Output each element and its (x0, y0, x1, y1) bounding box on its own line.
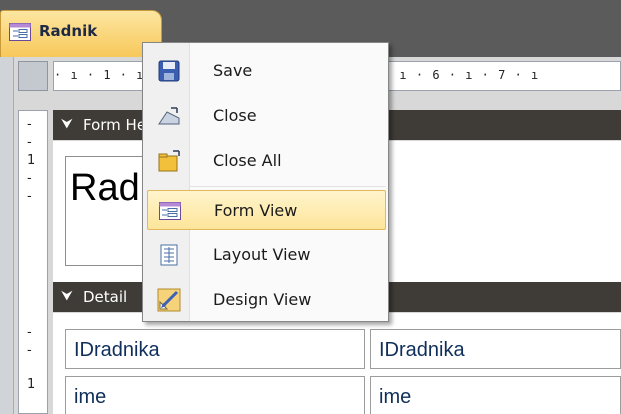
detail-area: IDradnika IDradnika ime ime (53, 313, 621, 414)
design-view-icon (157, 288, 181, 312)
form-selector[interactable] (18, 61, 48, 91)
section-arrow-icon: ⮟ (61, 116, 73, 132)
close-all-icon (157, 149, 181, 173)
layout-view-icon (157, 243, 181, 267)
menu-item-label: Close All (213, 151, 282, 170)
ime-textbox[interactable]: ime (370, 376, 621, 414)
document-tab[interactable]: Radnik (0, 10, 162, 57)
menu-item-label: Close (213, 106, 257, 125)
vertical-ruler[interactable]: - - 1 - - - - 1 (18, 110, 48, 414)
section-label: Detail (83, 288, 128, 306)
left-margin (0, 57, 14, 414)
menu-separator (190, 186, 386, 187)
menu-item-label: Layout View (213, 245, 311, 264)
idradnika-label[interactable]: IDradnika (65, 329, 365, 369)
section-arrow-icon: ⮟ (61, 288, 73, 304)
menu-item-close[interactable]: Close (147, 96, 386, 136)
menu-item-form-view[interactable]: Form View (147, 190, 386, 230)
vertical-ruler-mark: 1 (27, 377, 36, 392)
idradnika-textbox[interactable]: IDradnika (370, 329, 621, 369)
save-icon (157, 59, 181, 83)
form-view-icon (158, 199, 182, 223)
menu-item-save[interactable]: Save (147, 51, 386, 91)
form-icon (9, 23, 31, 41)
close-icon (157, 104, 181, 128)
menu-item-label: Design View (213, 290, 312, 309)
tab-context-menu: Save Close Close All Form View Layout Vi… (142, 42, 389, 322)
document-tab-label: Radnik (39, 22, 98, 40)
ime-label[interactable]: ime (65, 376, 365, 414)
menu-item-design-view[interactable]: Design View (147, 280, 386, 320)
menu-item-close-all[interactable]: Close All (147, 141, 386, 181)
menu-item-layout-view[interactable]: Layout View (147, 235, 386, 275)
vertical-ruler-mark: 1 (27, 153, 36, 168)
menu-item-label: Form View (214, 201, 298, 220)
menu-item-label: Save (213, 61, 253, 80)
